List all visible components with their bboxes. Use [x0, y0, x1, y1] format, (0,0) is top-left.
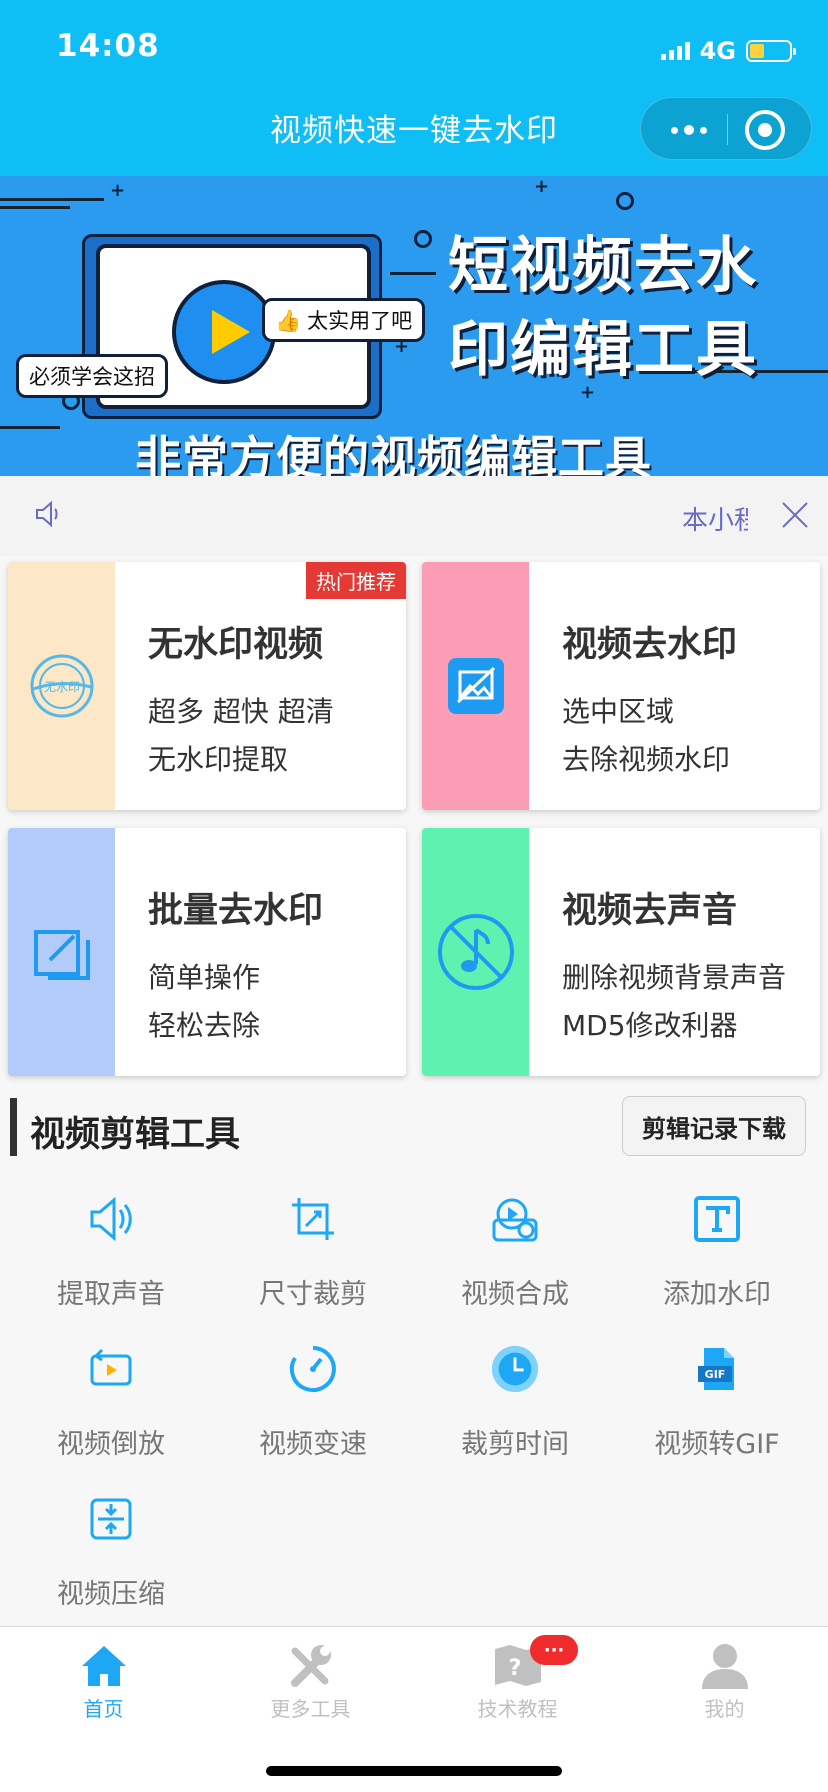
- tab-tutorials[interactable]: ? ··· 技术教程: [414, 1627, 621, 1727]
- card-desc-2: MD5修改利器: [562, 1009, 738, 1042]
- tool-trim-time[interactable]: 裁剪时间: [414, 1342, 616, 1482]
- section-accent-bar: [10, 1098, 17, 1156]
- more-options-icon[interactable]: [659, 112, 719, 148]
- svg-text:无水印: 无水印: [43, 680, 79, 694]
- mute-music-icon: [422, 828, 529, 1076]
- tool-label: 视频倒放: [57, 1429, 165, 1460]
- tool-video-to-gif[interactable]: GIF 视频转GIF: [616, 1342, 818, 1482]
- close-notice-icon[interactable]: [780, 500, 810, 530]
- speedometer-icon: [288, 1342, 338, 1396]
- tool-label: 裁剪时间: [461, 1429, 569, 1460]
- tool-extract-audio[interactable]: 提取声音: [10, 1192, 212, 1332]
- battery-icon: [746, 40, 796, 62]
- hot-badge: 热门推荐: [306, 562, 406, 599]
- card-title: 视频去水印: [562, 625, 738, 665]
- stamp-icon: 无水印: [8, 562, 115, 810]
- tab-label: 我的: [704, 1697, 745, 1721]
- gif-icon: GIF: [692, 1342, 742, 1396]
- speech-bubble-left: 必须学会这招: [16, 354, 168, 398]
- notice-bar: 本小程序: [0, 476, 828, 556]
- card-desc-2: 无水印提取: [148, 743, 289, 776]
- tab-more-tools[interactable]: 更多工具: [207, 1627, 414, 1727]
- thumbs-up-icon: 👍: [275, 309, 302, 333]
- notice-text: 本小程序: [682, 506, 748, 536]
- svg-text:?: ?: [509, 1656, 522, 1681]
- tab-label: 首页: [83, 1697, 124, 1721]
- card-title: 批量去水印: [148, 891, 324, 931]
- card-desc-1: 选中区域: [562, 695, 675, 728]
- banner-title: 短视频去水 印编辑工具: [448, 231, 758, 385]
- card-desc-1: 超多 超快 超清: [148, 695, 334, 728]
- tool-size-crop[interactable]: 尺寸裁剪: [212, 1192, 414, 1332]
- tool-label: 视频变速: [259, 1429, 367, 1460]
- card-desc-2: 去除视频水印: [562, 743, 731, 776]
- section-title: 视频剪辑工具: [30, 1115, 241, 1155]
- compress-icon: [86, 1492, 136, 1546]
- tool-video-merge[interactable]: 视频合成: [414, 1192, 616, 1332]
- mini-program-capsule: [640, 97, 812, 160]
- card-video-mute[interactable]: 视频去声音 删除视频背景声音 MD5修改利器: [422, 828, 820, 1076]
- network-type: 4G: [699, 37, 736, 65]
- tab-label: 更多工具: [270, 1697, 351, 1721]
- user-icon: [697, 1639, 753, 1693]
- tool-add-watermark[interactable]: 添加水印: [616, 1192, 818, 1332]
- video-merge-icon: [490, 1192, 540, 1246]
- card-batch-watermark-removal[interactable]: 批量去水印 简单操作 轻松去除: [8, 828, 406, 1076]
- svg-text:GIF: GIF: [705, 1368, 726, 1381]
- tab-label: 技术教程: [477, 1697, 558, 1721]
- tool-video-reverse[interactable]: 视频倒放: [10, 1342, 212, 1482]
- clock-icon: [490, 1342, 540, 1396]
- text-watermark-icon: [692, 1192, 742, 1246]
- tool-label: 视频转GIF: [654, 1429, 780, 1460]
- card-desc-1: 删除视频背景声音: [562, 961, 787, 994]
- card-title: 无水印视频: [148, 625, 324, 665]
- batch-edit-icon: [8, 828, 115, 1076]
- tool-label: 视频压缩: [57, 1579, 165, 1610]
- tool-label: 添加水印: [663, 1279, 771, 1310]
- speaker-icon: [34, 500, 64, 532]
- home-indicator: [266, 1766, 562, 1776]
- card-desc-1: 简单操作: [148, 961, 261, 994]
- play-icon: [172, 280, 276, 384]
- tools-icon: [283, 1639, 339, 1693]
- tool-label: 尺寸裁剪: [259, 1279, 367, 1310]
- speech-bubble-right: 👍 太实用了吧: [262, 298, 426, 342]
- promo-banner[interactable]: + + + + 👍 太实用了吧 必须学会这招 短视频去水 印编辑工具 非常方便的视…: [0, 176, 828, 476]
- tool-label: 提取声音: [57, 1279, 165, 1310]
- edit-records-download-button[interactable]: 剪辑记录下载: [622, 1096, 806, 1156]
- tab-home[interactable]: 首页: [0, 1627, 207, 1727]
- tool-video-compress[interactable]: 视频压缩: [10, 1492, 212, 1632]
- tab-profile[interactable]: 我的: [621, 1627, 828, 1727]
- card-desc-2: 轻松去除: [148, 1009, 261, 1042]
- card-video-watermark-removal[interactable]: 视频去水印 选中区域 去除视频水印: [422, 562, 820, 810]
- speaker-icon: [86, 1192, 136, 1246]
- notification-badge: ···: [530, 1635, 578, 1665]
- status-time: 14:08: [56, 28, 160, 64]
- card-title: 视频去声音: [562, 891, 738, 931]
- signal-icon: [660, 42, 690, 60]
- tool-video-speed[interactable]: 视频变速: [212, 1342, 414, 1482]
- reverse-play-icon: [86, 1342, 136, 1396]
- banner-subtitle: 非常方便的视频编辑工具: [135, 431, 652, 476]
- home-icon: [76, 1639, 132, 1693]
- status-indicators: 4G: [660, 36, 796, 66]
- tool-label: 视频合成: [461, 1279, 569, 1310]
- crop-icon: [288, 1192, 338, 1246]
- card-no-watermark-video[interactable]: 无水印 无水印视频 超多 超快 超清 无水印提取 热门推荐: [8, 562, 406, 810]
- watermark-remove-icon: [422, 562, 529, 810]
- top-app-bar: 14:08 4G 视频快速一键去水印: [0, 0, 828, 176]
- close-mini-program-icon[interactable]: [745, 110, 785, 150]
